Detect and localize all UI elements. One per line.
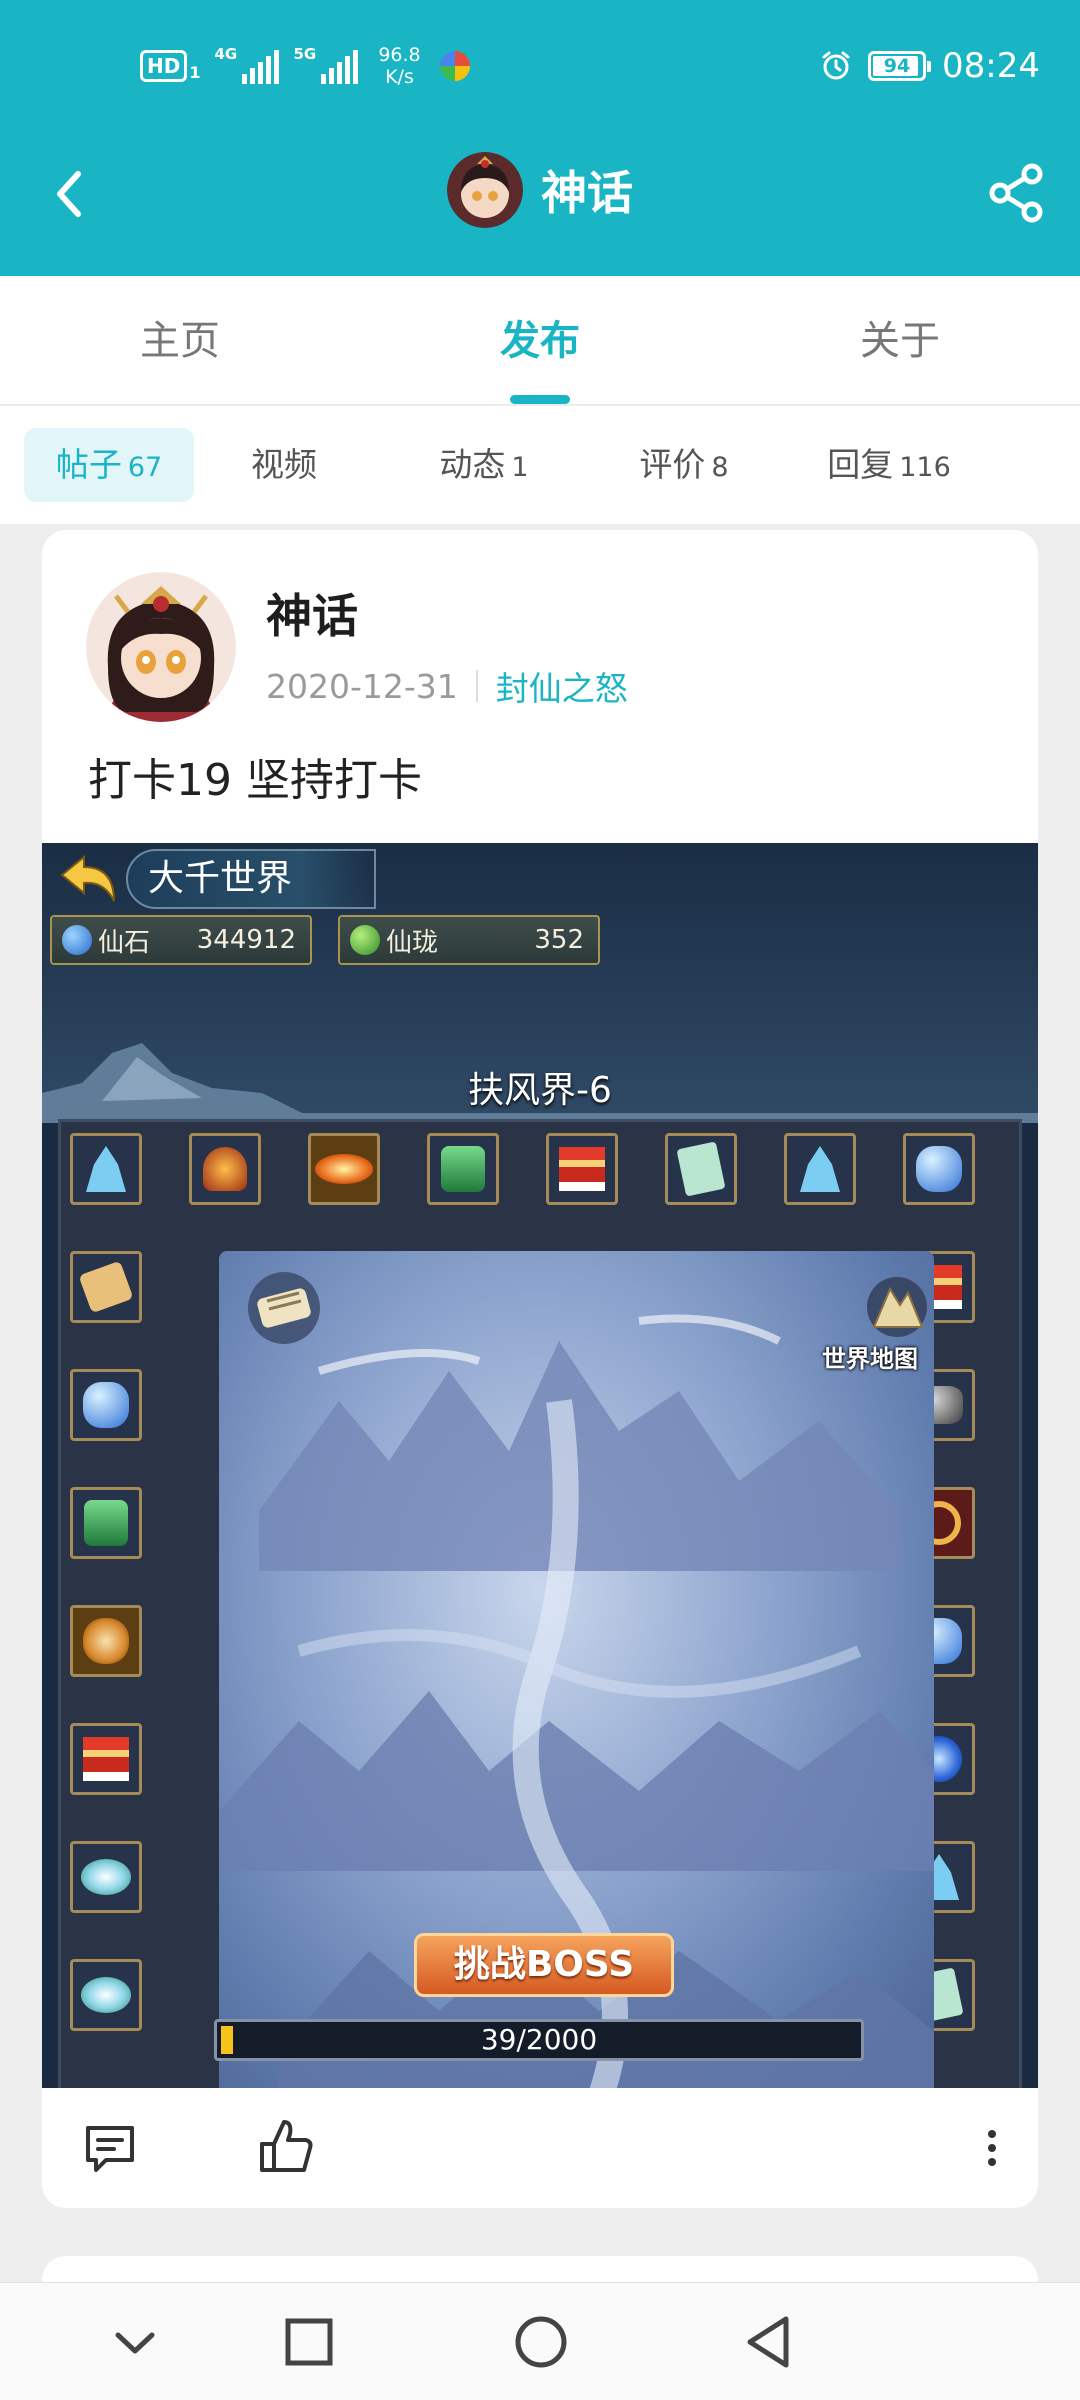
network-speed: 96.8 K/s (372, 44, 426, 88)
status-right: 94 08:24 (820, 40, 1040, 92)
scroll-card-icon (665, 1133, 737, 1205)
author-avatar[interactable] (86, 572, 236, 722)
subtab-activity[interactable]: 动态 1 (374, 428, 594, 502)
sub-tab-bar: 帖子 67 视频 动态 1 评价 8 回复 116 (0, 406, 1080, 524)
speed-unit: K/s (385, 66, 414, 88)
subtab-count: 8 (711, 452, 729, 483)
meta-divider (475, 670, 478, 702)
subtab-label: 动态 (439, 445, 506, 484)
circle-icon[interactable] (510, 2311, 572, 2373)
network-type-4g: 4G (214, 45, 238, 63)
subtab-videos[interactable]: 视频 (194, 428, 374, 502)
game-screen-title: 大千世界 (126, 849, 376, 909)
subtab-count: 67 (127, 452, 163, 483)
resource-jade: 仙珑 352 (338, 915, 600, 965)
tab-label: 发布 (500, 318, 580, 364)
world-map-label: 世界地图 (822, 1345, 918, 1373)
resource-label: 仙石 (98, 927, 151, 958)
progress-text: 39/2000 (480, 2023, 598, 2056)
treasure-scroll-icon (70, 1251, 142, 1323)
alarm-icon (822, 51, 850, 80)
active-tab-indicator (510, 395, 570, 404)
ice-gem-icon (903, 1133, 975, 1205)
post-meta: 2020-12-31 封仙之怒 (266, 662, 628, 710)
network-type-5g: 5G (293, 45, 317, 63)
furnace-icon (189, 1133, 261, 1205)
share-icon[interactable] (984, 160, 1050, 226)
subtab-reviews[interactable]: 评价 8 (594, 428, 774, 502)
tab-about[interactable]: 关于 (720, 276, 1080, 404)
battery-icon: 94 (868, 51, 932, 81)
quest-scroll-icon (248, 1272, 320, 1344)
tab-label: 主页 (140, 318, 220, 364)
challenge-boss-button: 挑战BOSS (414, 1933, 674, 1997)
page-title: 神话 (541, 166, 633, 220)
avatar[interactable] (447, 152, 523, 228)
more-vertical-icon[interactable] (982, 2122, 1002, 2174)
jade-seal-icon (427, 1133, 499, 1205)
signal-4g-icon: 4G (214, 45, 280, 84)
post-card[interactable]: 神话 2020-12-31 封仙之怒 打卡19 坚持打卡 大千世界 仙石 344… (42, 530, 1038, 2208)
author-name[interactable]: 神话 (266, 580, 358, 646)
subtab-label: 视频 (251, 445, 317, 484)
subtab-label: 回复 (827, 445, 894, 484)
crystal-icon (784, 1133, 856, 1205)
sim-number: 1 (189, 63, 201, 82)
post-date: 2020-12-31 (266, 666, 458, 706)
tab-label: 关于 (860, 318, 940, 364)
world-map-icon (867, 1277, 927, 1337)
resource-spirit-stone: 仙石 344912 (50, 915, 312, 965)
title-group: 神话 (0, 152, 1080, 228)
map-name: 扶风界-6 (468, 1070, 612, 1111)
resource-value: 344912 (196, 925, 296, 955)
spirit-stone-icon (62, 925, 92, 955)
ice-gem-icon (70, 1369, 142, 1441)
post-image[interactable]: 大千世界 仙石 344912 仙珑 352 扶风界-6 世界地图 挑战BOSS … (42, 843, 1038, 2088)
chevron-down-icon[interactable] (104, 2311, 166, 2373)
tab-posts-published[interactable]: 发布 (360, 276, 720, 404)
resource-label: 仙珑 (386, 927, 439, 958)
signal-5g-icon: 5G (293, 45, 359, 84)
thumbs-up-icon[interactable] (256, 2116, 316, 2178)
jade-seal-icon (70, 1487, 142, 1559)
boss-progress-bar: 39/2000 (214, 2019, 864, 2061)
lotus-icon (70, 1841, 142, 1913)
speed-value: 96.8 (378, 44, 421, 66)
tiger-icon (70, 1605, 142, 1677)
subtab-count: 1 (511, 452, 529, 483)
main-tab-bar: 主页 发布 关于 (0, 276, 1080, 406)
clock: 08:24 (942, 46, 1040, 86)
status-bar: HD 1 4G 5G 96.8 K/s 94 08:24 (0, 0, 1080, 130)
resource-value: 352 (534, 925, 584, 955)
app-bar: 神话 (0, 130, 1080, 276)
subtab-replies[interactable]: 回复 116 (774, 428, 1004, 502)
triangle-back-icon[interactable] (738, 2311, 800, 2373)
game-back-arrow-icon (60, 854, 115, 902)
gate-icon (70, 1723, 142, 1795)
crystal-icon (70, 1133, 142, 1205)
post-text[interactable]: 打卡19 坚持打卡 (88, 744, 422, 808)
post-action-bar (42, 2088, 1038, 2208)
subtab-label: 帖子 (55, 445, 122, 484)
vortex-icon (308, 1133, 380, 1205)
subtab-posts[interactable]: 帖子 67 (24, 428, 194, 502)
game-link[interactable]: 封仙之怒 (496, 662, 628, 710)
gate-icon (546, 1133, 618, 1205)
app-notification-icon (440, 51, 471, 81)
lotus-icon (70, 1959, 142, 2031)
jade-icon (350, 925, 380, 955)
system-nav-bar (0, 2282, 1080, 2400)
status-left: HD 1 4G 5G 96.8 K/s (140, 38, 471, 94)
battery-level: 94 (883, 55, 911, 77)
subtab-label: 评价 (639, 445, 706, 484)
tab-home[interactable]: 主页 (0, 276, 360, 404)
square-icon[interactable] (278, 2311, 340, 2373)
subtab-count: 116 (899, 452, 951, 483)
comment-icon[interactable] (80, 2118, 140, 2178)
hd-badge: HD (140, 50, 188, 82)
